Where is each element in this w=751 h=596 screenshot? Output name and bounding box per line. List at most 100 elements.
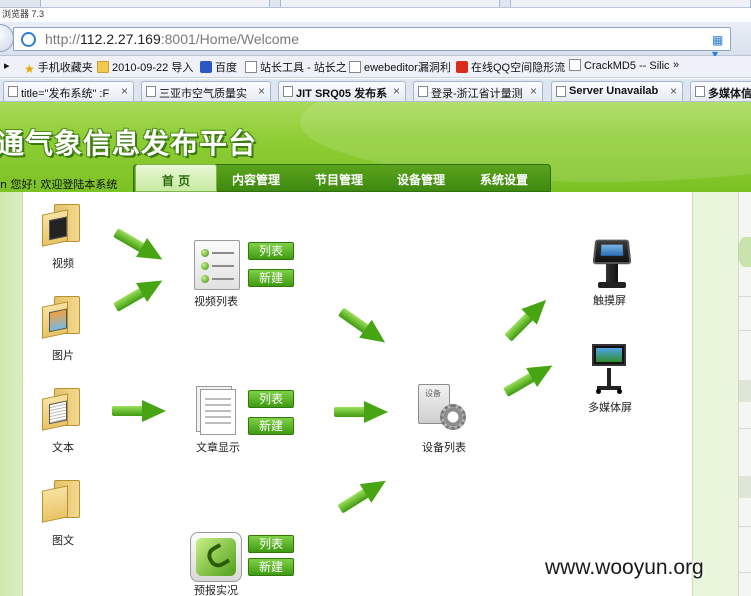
page-icon: [283, 86, 293, 97]
video-list-button[interactable]: 列表: [248, 242, 294, 260]
clipped-tab[interactable]: [40, 0, 270, 7]
document-icon[interactable]: [196, 386, 238, 436]
device-settings-icon[interactable]: 设备: [418, 384, 470, 434]
folder-front: [42, 301, 68, 339]
browser-tab[interactable]: JIT SRQ05 发布系 ×: [278, 81, 406, 101]
video-folder-icon[interactable]: [40, 202, 80, 247]
site-header: 通气象信息发布平台 n 您好! 欢迎登陆本系统 首 页 内容管理 节目管理 设备…: [0, 102, 751, 192]
favorite-link[interactable]: 在线QQ空间隐形流: [456, 59, 565, 75]
baidu-paw-icon: [200, 61, 212, 73]
handset: [203, 542, 231, 572]
image-text-folder-icon[interactable]: [40, 478, 80, 523]
folder-front: [42, 485, 68, 523]
folder-front: [42, 393, 68, 431]
text-line: [205, 416, 231, 418]
list-icon[interactable]: [194, 240, 240, 290]
hub-label-device-list: 设备列表: [422, 441, 466, 454]
source-label-image-text: 图文: [52, 534, 74, 547]
folder-front: [42, 209, 68, 247]
page-icon: [695, 86, 705, 97]
forecast-list-button[interactable]: 列表: [248, 535, 294, 553]
favorite-label: 在线QQ空间隐形流: [471, 62, 566, 74]
nav-system-settings[interactable]: 系统设置: [480, 171, 528, 188]
nav-program-management[interactable]: 节目管理: [315, 171, 363, 188]
main-nav: 首 页 内容管理 节目管理 设备管理 系统设置: [133, 164, 551, 192]
address-bar-row: http://112.2.27.169:8001/Home/Welcome ▦ …: [0, 22, 751, 61]
tab-label: 三亚市空气质量实: [159, 88, 247, 100]
kiosk-base: [598, 282, 626, 288]
favorite-link[interactable]: ewebeditor漏洞利: [349, 59, 451, 75]
close-icon[interactable]: ×: [393, 84, 400, 98]
source-label-text: 文本: [52, 441, 74, 454]
article-new-button[interactable]: 新建: [248, 417, 294, 435]
clipped-tab[interactable]: [510, 0, 751, 7]
welcome-message: n 您好! 欢迎登陆本系统: [0, 178, 118, 191]
close-icon[interactable]: ×: [121, 84, 128, 98]
multimedia-screen-icon[interactable]: [592, 344, 632, 394]
bullet: [201, 262, 209, 270]
address-bar[interactable]: http://112.2.27.169:8001/Home/Welcome ▦ …: [13, 27, 731, 61]
browser-tab[interactable]: 多媒体信: [690, 81, 751, 101]
favorite-link[interactable]: 百度: [200, 59, 237, 75]
nav-device-management[interactable]: 设备管理: [397, 171, 445, 188]
bullet: [201, 275, 209, 283]
page-icon: [418, 86, 428, 97]
tv-wheel: [617, 389, 622, 394]
close-icon[interactable]: ×: [530, 84, 537, 98]
line: [212, 278, 234, 280]
module-label-article: 文章显示: [196, 441, 240, 454]
tab-label: 登录-浙江省计量测: [431, 88, 523, 100]
tab-label: 多媒体信: [708, 88, 751, 100]
kiosk-screen: [592, 239, 632, 265]
favorites-menu-icon[interactable]: ▸: [4, 59, 10, 72]
close-icon[interactable]: ×: [670, 84, 677, 98]
nav-content-management[interactable]: 内容管理: [232, 171, 280, 188]
nav-home[interactable]: 首 页: [135, 164, 217, 192]
favorite-link[interactable]: CrackMD5 -- Silic: [569, 59, 670, 72]
forecast-new-button[interactable]: 新建: [248, 558, 294, 576]
more-favorites-chevron[interactable]: »: [673, 59, 679, 71]
favorite-link[interactable]: 站长工具 - 站长之: [245, 59, 347, 75]
clipped-tab[interactable]: [280, 0, 500, 7]
sidebar-band: [739, 476, 751, 498]
page-icon: [8, 86, 18, 97]
browser-tab[interactable]: Server Unavailab ×: [551, 81, 683, 101]
text-thumbnail: [49, 400, 67, 425]
touch-kiosk-icon[interactable]: [590, 238, 634, 290]
browser-edition-label: 浏览器 7.3: [2, 9, 45, 19]
page-icon: [349, 61, 361, 73]
site-title: 通气象信息发布平台: [0, 127, 258, 160]
line: [212, 265, 234, 267]
favorite-label: CrackMD5 -- Silic: [584, 60, 670, 72]
video-new-button[interactable]: 新建: [248, 269, 294, 287]
target-label-multimedia: 多媒体屏: [588, 401, 632, 414]
module-label-video-list: 视频列表: [194, 295, 238, 308]
text-line: [205, 404, 231, 406]
list-row-graphic: [201, 275, 235, 283]
close-icon[interactable]: ×: [258, 84, 265, 98]
favorite-label: ewebeditor漏洞利: [364, 62, 451, 74]
browser-tab[interactable]: 三亚市空气质量实 ×: [141, 81, 271, 101]
arrow-shaft: [112, 406, 146, 416]
phone-icon[interactable]: [190, 532, 242, 582]
favorite-folder[interactable]: 2010-09-22 导入: [97, 59, 193, 75]
text-folder-icon[interactable]: [40, 386, 80, 431]
folder-icon: [97, 61, 109, 73]
favorite-label: 手机收藏夹: [37, 62, 93, 74]
page-icon: [556, 86, 566, 97]
favorite-link[interactable]: ★ 手机收藏夹: [24, 59, 93, 76]
sidebar-band: [739, 380, 751, 402]
back-button[interactable]: [0, 24, 14, 52]
page-icon: [569, 59, 581, 71]
picture-folder-icon[interactable]: [40, 294, 80, 339]
bullet: [201, 249, 209, 257]
watermark: www.wooyun.org: [545, 556, 704, 579]
page-icon: [146, 86, 156, 97]
source-label-video: 视频: [52, 257, 74, 270]
browser-tab[interactable]: 登录-浙江省计量测 ×: [413, 81, 543, 101]
tab-label: Server Unavailab: [569, 85, 659, 97]
url-text[interactable]: http://112.2.27.169:8001/Home/Welcome: [45, 31, 299, 47]
tab-label: title="发布系统" :F: [21, 88, 110, 100]
browser-tab[interactable]: title="发布系统" :F ×: [3, 81, 134, 101]
article-list-button[interactable]: 列表: [248, 390, 294, 408]
